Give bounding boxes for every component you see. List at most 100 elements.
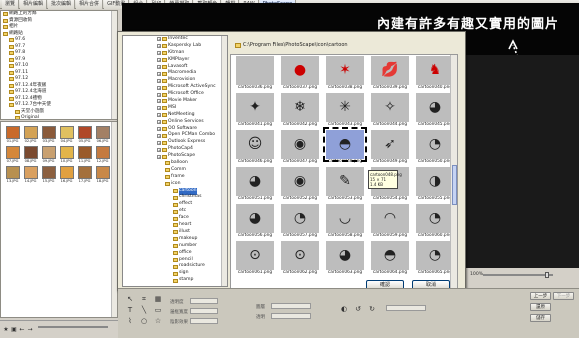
file-cell[interactable]: ◡ cartoon058.png <box>323 204 367 241</box>
thumbnail[interactable]: 12.JPG <box>94 146 111 166</box>
dialog-tree-item[interactable]: number <box>123 243 227 250</box>
dialog-tree-item[interactable]: + KMPlayer <box>123 57 227 64</box>
dialog-tree-item[interactable]: christmas <box>123 194 227 201</box>
text-tool-icon[interactable]: T <box>126 306 134 314</box>
tab-1[interactable]: 相片編輯 <box>20 0 48 9</box>
thumbnail[interactable]: 11.JPG <box>76 146 93 166</box>
dialog-tree-item[interactable]: + Kitman <box>123 50 227 57</box>
file-cell[interactable]: ✦ cartoon041.png <box>233 93 277 130</box>
tab-2[interactable]: 批次編輯 <box>48 0 76 9</box>
file-cell[interactable]: ◔ cartoon057.png <box>278 204 322 241</box>
expand-icon[interactable]: + <box>157 85 161 90</box>
layer-field[interactable] <box>271 303 311 309</box>
dialog-tree-item[interactable]: stamp <box>123 277 227 284</box>
expand-icon[interactable]: + <box>157 44 161 49</box>
star-icon[interactable]: ★ <box>2 326 10 334</box>
opacity-field[interactable] <box>190 298 218 304</box>
expand-icon[interactable]: + <box>157 106 161 111</box>
dialog-tree-item[interactable]: Comm <box>123 167 227 174</box>
dialog-tree-item[interactable]: makeup <box>123 236 227 243</box>
expand-icon[interactable]: + <box>157 133 161 138</box>
file-cell[interactable]: ◕ cartoon056.png <box>233 204 277 241</box>
thumbnail[interactable]: 03.JPG <box>40 126 57 146</box>
border-width-field[interactable] <box>190 308 218 314</box>
dialog-tree-item[interactable]: pencil <box>123 257 227 264</box>
thumbnail[interactable]: 16.JPG <box>58 166 75 186</box>
expand-icon[interactable]: + <box>157 113 161 118</box>
left-tree-item[interactable]: Original <box>1 115 117 119</box>
thumbnail-panel[interactable]: 01.JPG 02.JPG 03.JPG 04.JPG 05.JPG 06.JPG 07.J… <box>0 121 118 318</box>
dialog-tree-item[interactable]: office <box>123 250 227 257</box>
folder-icon[interactable]: ▣ <box>10 326 18 334</box>
dialog-tree-item[interactable]: icon <box>123 181 227 188</box>
dialog-tree-item[interactable]: + Microsoft Office <box>123 91 227 98</box>
expand-icon[interactable]: + <box>157 99 161 104</box>
expand-icon[interactable]: + <box>157 92 161 97</box>
prev-circle-icon[interactable]: ◐ <box>340 305 348 313</box>
dialog-file-scrollbar[interactable] <box>450 55 457 299</box>
thumbnail[interactable]: 15.JPG <box>40 166 57 186</box>
thumbnail[interactable]: 13.JPG <box>4 166 21 186</box>
thumbnail[interactable]: 04.JPG <box>58 126 75 146</box>
rotate-left-icon[interactable]: ↺ <box>354 305 362 313</box>
dialog-tree-item[interactable]: + Online Services <box>123 119 227 126</box>
dialog-tree-item[interactable]: illust <box>123 229 227 236</box>
dialog-tree-item[interactable]: etc <box>123 208 227 215</box>
thumbnail[interactable]: 14.JPG <box>22 166 39 186</box>
back-arrow-icon[interactable]: ← <box>18 326 26 334</box>
expand-icon[interactable]: + <box>157 147 161 152</box>
file-cell[interactable]: cartoon036.png <box>233 56 277 93</box>
dialog-tree-item[interactable]: roadsicture <box>123 263 227 270</box>
dialog-tree-item[interactable]: + PhotoScape <box>123 153 227 160</box>
file-cell[interactable]: ✶ cartoon038.png <box>323 56 367 93</box>
star-tool-icon[interactable]: ☆ <box>154 317 162 325</box>
expand-icon[interactable]: + <box>157 140 161 145</box>
file-cell[interactable]: ⊙ cartoon061.png <box>233 241 277 278</box>
thumbnail[interactable]: 05.JPG <box>76 126 93 146</box>
dialog-tree-item[interactable]: effect <box>123 201 227 208</box>
brush-tool-icon[interactable]: ⌇ <box>126 317 134 325</box>
dialog-tree-item[interactable]: cartoon <box>123 187 227 195</box>
rectangle-tool-icon[interactable]: ▭ <box>154 306 162 314</box>
dialog-tree-item[interactable]: + Movie Maker <box>123 98 227 105</box>
thumbnail[interactable]: 18.JPG <box>94 166 111 186</box>
cursor-tool-icon[interactable]: ↖ <box>126 295 134 303</box>
file-cell[interactable]: ❄ cartoon042.png <box>278 93 322 130</box>
file-cell[interactable]: ✎ cartoon053.png <box>323 167 367 204</box>
zoom-slider-knob[interactable] <box>545 272 549 278</box>
file-cell[interactable]: ◉ cartoon047.png <box>278 130 322 167</box>
expand-icon[interactable]: + <box>157 51 161 56</box>
ellipse-tool-icon[interactable]: ○ <box>140 317 148 325</box>
thumbnail[interactable]: 17.JPG <box>76 166 93 186</box>
save-button[interactable]: 儲存 <box>530 314 551 322</box>
dialog-file-grid[interactable]: cartoon036.png ● cartoon037.png ✶ cartoon038… <box>230 54 458 300</box>
expand-icon[interactable]: + <box>157 37 161 42</box>
dialog-tree-item[interactable]: balloon <box>123 160 227 167</box>
thumbnail[interactable]: 08.JPG <box>22 146 39 166</box>
dialog-tree-item[interactable]: + Kaspersky Lab <box>123 43 227 50</box>
rotate-right-icon[interactable]: ↻ <box>368 305 376 313</box>
expand-icon[interactable]: + <box>157 78 161 83</box>
zoom-slider[interactable] <box>483 274 553 276</box>
file-cell[interactable]: 💋 cartoon039.png <box>368 56 412 93</box>
restore-button[interactable]: 還原 <box>530 303 551 311</box>
merge-field[interactable] <box>386 305 426 311</box>
file-cell[interactable]: ☺ cartoon046.png <box>233 130 277 167</box>
dialog-tree-item[interactable]: + MSI <box>123 105 227 112</box>
thumbnail-size-slider[interactable] <box>38 326 108 328</box>
expand-icon[interactable]: + <box>157 65 161 69</box>
file-cell[interactable]: ◕ cartoon063.png <box>323 241 367 278</box>
line-tool-icon[interactable]: ╲ <box>140 306 148 314</box>
file-cell[interactable]: ➶ cartoon049.png <box>368 130 412 167</box>
expand-icon[interactable]: + <box>157 154 161 159</box>
thumbnail[interactable]: 10.JPG <box>58 146 75 166</box>
prev-button[interactable]: 上一步 <box>530 292 551 300</box>
expand-icon[interactable]: + <box>157 120 161 125</box>
expand-icon[interactable]: + <box>157 127 161 132</box>
thumbnail[interactable]: 01.JPG <box>4 126 21 146</box>
tab-0[interactable]: 瀏覽 <box>2 0 20 9</box>
file-cell[interactable]: ● cartoon037.png <box>278 56 322 93</box>
file-cell[interactable]: ◓ cartoon048.png <box>323 127 367 167</box>
thumbnail[interactable]: 07.JPG <box>4 146 21 166</box>
folder-tree[interactable]: 網路上的芳鄰 資源回收筒 相片 網路貼 97.6 97.7 97.8 97.9 97.10 97.… <box>0 10 118 120</box>
